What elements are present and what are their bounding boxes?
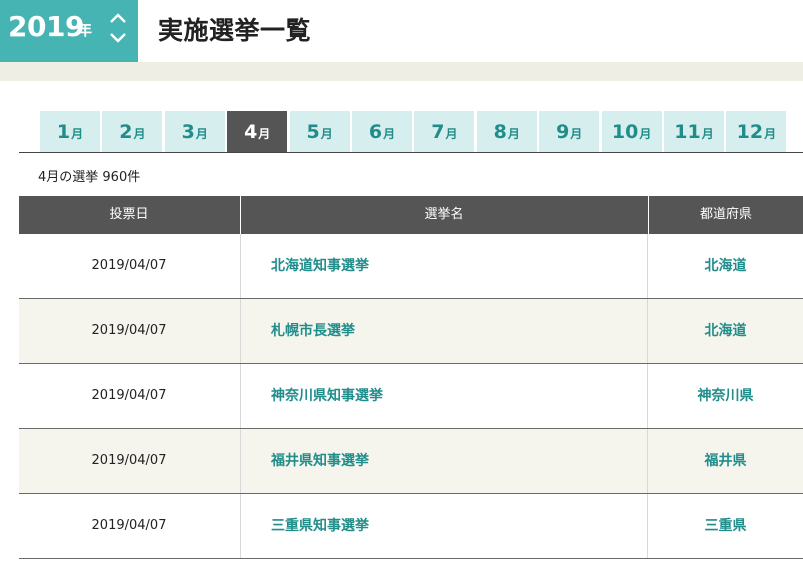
table-row: 2019/04/07 神奈川県知事選挙 神奈川県	[19, 364, 803, 429]
tab-month-number: 5	[306, 121, 320, 143]
tab-month-unit: 月	[71, 127, 84, 141]
tab-month-5[interactable]: 5月	[289, 111, 350, 153]
column-header-name: 選挙名	[240, 196, 647, 234]
prefecture-link[interactable]: 北海道	[647, 299, 803, 363]
prefecture-link[interactable]: 三重県	[647, 494, 803, 558]
tab-month-unit: 月	[320, 127, 333, 141]
chevron-up-icon[interactable]	[108, 10, 128, 26]
tab-month-unit: 月	[195, 127, 208, 141]
election-name-link[interactable]: 北海道知事選挙	[240, 234, 647, 298]
election-table: 投票日 選挙名 都道府県 2019/04/07 北海道知事選挙 北海道 2019/04…	[19, 196, 803, 559]
tab-month-8[interactable]: 8月	[476, 111, 537, 153]
tab-month-number: 12	[736, 121, 764, 143]
tab-month-10[interactable]: 10月	[601, 111, 662, 153]
tab-month-11[interactable]: 11月	[664, 111, 724, 153]
tab-month-4[interactable]: 4月	[227, 111, 288, 153]
election-date: 2019/04/07	[91, 388, 167, 403]
table-row: 2019/04/07 北海道知事選挙 北海道	[19, 234, 803, 299]
prefecture-link[interactable]: 北海道	[647, 234, 803, 298]
table-row: 2019/04/07 福井県知事選挙 福井県	[19, 429, 803, 494]
election-date: 2019/04/07	[91, 323, 167, 338]
tab-month-unit: 月	[639, 127, 652, 141]
tab-month-number: 6	[368, 121, 383, 143]
tab-month-3[interactable]: 3月	[164, 111, 225, 153]
column-header-prefecture: 都道府県	[648, 196, 803, 234]
tab-month-6[interactable]: 6月	[352, 111, 412, 153]
tab-month-12[interactable]: 12月	[726, 111, 787, 153]
prefecture-link[interactable]: 福井県	[647, 429, 803, 493]
election-date: 2019/04/07	[91, 258, 167, 273]
prefecture-link[interactable]: 神奈川県	[647, 364, 803, 428]
tab-month-number: 1	[56, 121, 71, 143]
election-name-link[interactable]: 札幌市長選挙	[240, 299, 647, 363]
tab-month-number: 10	[611, 121, 639, 143]
year-selector[interactable]: 2019 年	[0, 0, 138, 62]
year-arrows	[108, 10, 128, 46]
tab-month-number: 8	[493, 121, 507, 143]
tab-month-unit: 月	[701, 127, 714, 141]
election-count: 4月の選挙 960件	[38, 170, 141, 185]
election-name-link[interactable]: 神奈川県知事選挙	[240, 364, 647, 428]
table-row: 2019/04/07 三重県知事選挙 三重県	[19, 494, 803, 559]
tab-month-unit: 月	[383, 127, 396, 141]
header-band	[0, 62, 803, 81]
tab-month-number: 11	[674, 121, 701, 143]
column-header-date: 投票日	[109, 207, 149, 222]
page-title: 実施選挙一覧	[158, 16, 312, 45]
table-body: 2019/04/07 北海道知事選挙 北海道 2019/04/07 札幌市長選挙 北海道 2…	[19, 234, 803, 559]
chevron-down-icon[interactable]	[108, 30, 128, 46]
page-header: 2019 年 実施選挙一覧	[0, 0, 803, 62]
year-unit: 年	[77, 21, 93, 39]
table-header: 投票日 選挙名 都道府県	[19, 196, 803, 234]
tab-month-9[interactable]: 9月	[539, 111, 600, 153]
tab-month-7[interactable]: 7月	[414, 111, 475, 153]
tab-month-number: 2	[119, 121, 133, 143]
tab-month-number: 3	[181, 121, 195, 143]
election-name-link[interactable]: 福井県知事選挙	[240, 429, 647, 493]
tab-month-unit: 月	[507, 127, 520, 141]
tab-month-unit: 月	[570, 127, 583, 141]
tab-month-2[interactable]: 2月	[102, 111, 163, 153]
tab-month-unit: 月	[445, 127, 458, 141]
election-name-link[interactable]: 三重県知事選挙	[240, 494, 647, 558]
tab-month-unit: 月	[133, 127, 146, 141]
election-date: 2019/04/07	[91, 453, 167, 468]
tab-month-1[interactable]: 1月	[40, 111, 100, 153]
tab-month-number: 9	[556, 121, 570, 143]
tabs-divider	[19, 152, 803, 153]
year-value: 2019	[8, 10, 84, 43]
election-date: 2019/04/07	[91, 518, 167, 533]
tab-month-number: 4	[244, 121, 258, 143]
tab-month-unit: 月	[764, 127, 777, 141]
tab-month-unit: 月	[258, 127, 271, 141]
tab-month-number: 7	[431, 121, 445, 143]
table-row: 2019/04/07 札幌市長選挙 北海道	[19, 299, 803, 364]
